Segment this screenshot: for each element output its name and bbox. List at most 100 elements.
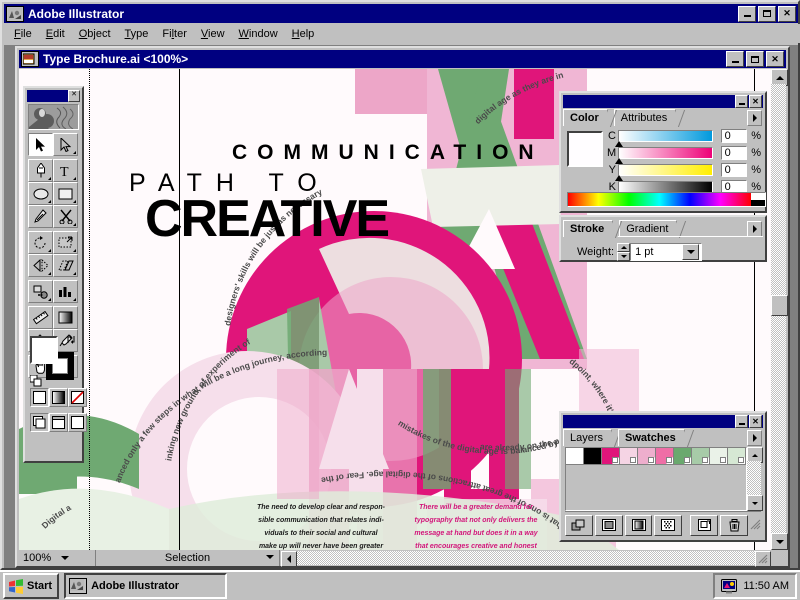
swatches-scroll-down-button[interactable] <box>747 495 763 511</box>
swatch-green[interactable] <box>674 448 692 465</box>
measure-tool[interactable] <box>28 306 53 329</box>
blend-tool[interactable] <box>28 280 53 303</box>
swatch-pale-pink[interactable] <box>620 448 638 465</box>
magenta-value[interactable]: 0 <box>720 146 748 160</box>
color-palette-menu-button[interactable] <box>747 110 762 126</box>
swatch-mint[interactable] <box>728 448 746 465</box>
swatches-resize-grip[interactable] <box>750 519 761 531</box>
swatch-magenta[interactable] <box>602 448 620 465</box>
pencil-tool[interactable] <box>28 205 53 228</box>
pen-tool[interactable] <box>28 159 53 182</box>
doc-minimize-button[interactable] <box>726 51 744 67</box>
color-palette-title-bar[interactable]: ✕ <box>563 95 763 108</box>
zoom-dropdown-icon[interactable] <box>61 556 70 560</box>
swatches-palette-title-bar[interactable]: ✕ <box>563 415 763 428</box>
delete-swatch-button[interactable] <box>720 514 748 536</box>
start-button[interactable]: Start <box>3 573 60 599</box>
doc-maximize-button[interactable] <box>746 51 764 67</box>
minimize-button[interactable] <box>738 5 756 22</box>
default-fill-stroke-icon[interactable] <box>29 374 43 388</box>
taskbar-item-adobe-illustrator[interactable]: Adobe Illustrator <box>64 573 228 599</box>
swatch-black[interactable] <box>584 448 602 465</box>
tab-gradient[interactable]: Gradient <box>619 220 687 238</box>
current-color-swatch[interactable] <box>567 131 603 167</box>
tab-layers[interactable]: Layers <box>563 429 622 447</box>
standard-screen-mode-button[interactable] <box>30 413 49 432</box>
fill-none-button[interactable] <box>68 388 87 407</box>
menu-object[interactable]: Object <box>72 26 118 42</box>
swatch-white[interactable] <box>566 448 584 465</box>
close-button[interactable]: ✕ <box>778 5 796 22</box>
toolbox-close-button[interactable]: ✕ <box>68 90 80 102</box>
swatch-pale-green[interactable] <box>710 448 728 465</box>
hscroll-left-button[interactable] <box>281 551 297 567</box>
document-title-bar[interactable]: Type Brochure.ai <100%> ✕ <box>19 50 786 68</box>
menu-window[interactable]: Window <box>232 26 285 42</box>
menu-view[interactable]: View <box>194 26 232 42</box>
type-tool[interactable]: T <box>53 159 78 182</box>
direct-selection-tool[interactable] <box>53 133 78 156</box>
show-color-swatches-button[interactable] <box>594 514 623 536</box>
yellow-slider-track[interactable] <box>614 164 713 181</box>
gradient-tool[interactable] <box>53 306 78 329</box>
tab-swatches[interactable]: Swatches <box>618 429 694 447</box>
vscroll-thumb[interactable] <box>771 295 788 316</box>
window-resize-grip[interactable] <box>755 551 771 567</box>
cyan-slider-track[interactable] <box>614 130 713 147</box>
color-palette-collapse-button[interactable] <box>735 95 748 108</box>
stroke-weight-spinner[interactable] <box>617 243 631 261</box>
magenta-slider-track[interactable] <box>615 147 713 164</box>
tab-stroke[interactable]: Stroke <box>563 220 623 238</box>
ellipse-tool[interactable] <box>28 182 53 205</box>
swatches-palette-close-button[interactable]: ✕ <box>749 415 762 428</box>
rotate-tool[interactable] <box>28 231 53 254</box>
spectrum-gradient[interactable] <box>568 193 751 206</box>
swatches-scrollbar[interactable] <box>747 447 763 511</box>
selection-tool[interactable] <box>28 133 53 156</box>
hscroll-track[interactable] <box>297 551 755 565</box>
show-gradient-swatches-button[interactable] <box>624 514 653 536</box>
yellow-value[interactable]: 0 <box>720 163 748 177</box>
rectangle-tool[interactable] <box>53 182 78 205</box>
menu-edit[interactable]: Edit <box>39 26 72 42</box>
menu-file[interactable]: File <box>7 26 39 42</box>
tab-color[interactable]: Color <box>563 109 617 127</box>
maximize-button[interactable] <box>758 5 776 22</box>
show-all-swatches-button[interactable] <box>565 514 593 536</box>
menu-type[interactable]: Type <box>118 26 156 42</box>
fill-color-swatch[interactable] <box>30 336 58 364</box>
tool-status-box[interactable]: Selection <box>96 550 280 566</box>
scale-tool[interactable] <box>53 231 78 254</box>
swatches-list[interactable] <box>565 447 747 511</box>
stroke-palette-menu-button[interactable] <box>747 221 762 237</box>
fill-solid-button[interactable] <box>30 388 49 407</box>
swap-fill-stroke-icon[interactable] <box>66 334 77 348</box>
display-settings-icon[interactable] <box>721 578 738 594</box>
stroke-weight-combo[interactable]: 1 pt <box>630 243 703 261</box>
scroll-down-button[interactable] <box>771 533 788 550</box>
tab-attributes[interactable]: Attributes <box>613 109 686 127</box>
swatches-scroll-track[interactable] <box>747 461 761 497</box>
zoom-level-box[interactable]: 100% <box>19 550 96 566</box>
swatch-light-pink[interactable] <box>638 448 656 465</box>
new-swatch-button[interactable] <box>690 514 719 536</box>
status-dropdown-icon[interactable] <box>266 555 274 559</box>
stroke-weight-down-button[interactable] <box>617 252 631 261</box>
spectrum-black[interactable] <box>751 199 765 206</box>
fill-gradient-button[interactable] <box>49 388 68 407</box>
stroke-weight-up-button[interactable] <box>617 243 631 252</box>
swatches-palette-collapse-button[interactable] <box>735 415 748 428</box>
spectrum-white-black[interactable] <box>751 193 765 206</box>
shear-tool[interactable] <box>53 254 78 277</box>
show-pattern-swatches-button[interactable] <box>654 514 683 536</box>
full-screen-menubar-button[interactable] <box>49 413 68 432</box>
color-palette-close-button[interactable]: ✕ <box>749 95 762 108</box>
swatch-pink[interactable] <box>656 448 674 465</box>
menu-filter[interactable]: Filter <box>155 26 193 42</box>
scissors-tool[interactable] <box>53 205 78 228</box>
reflect-tool[interactable] <box>28 254 53 277</box>
cyan-value[interactable]: 0 <box>720 129 748 143</box>
stroke-weight-dropdown-icon[interactable] <box>682 244 700 260</box>
graph-tool[interactable] <box>53 280 78 303</box>
doc-close-button[interactable]: ✕ <box>766 51 784 67</box>
